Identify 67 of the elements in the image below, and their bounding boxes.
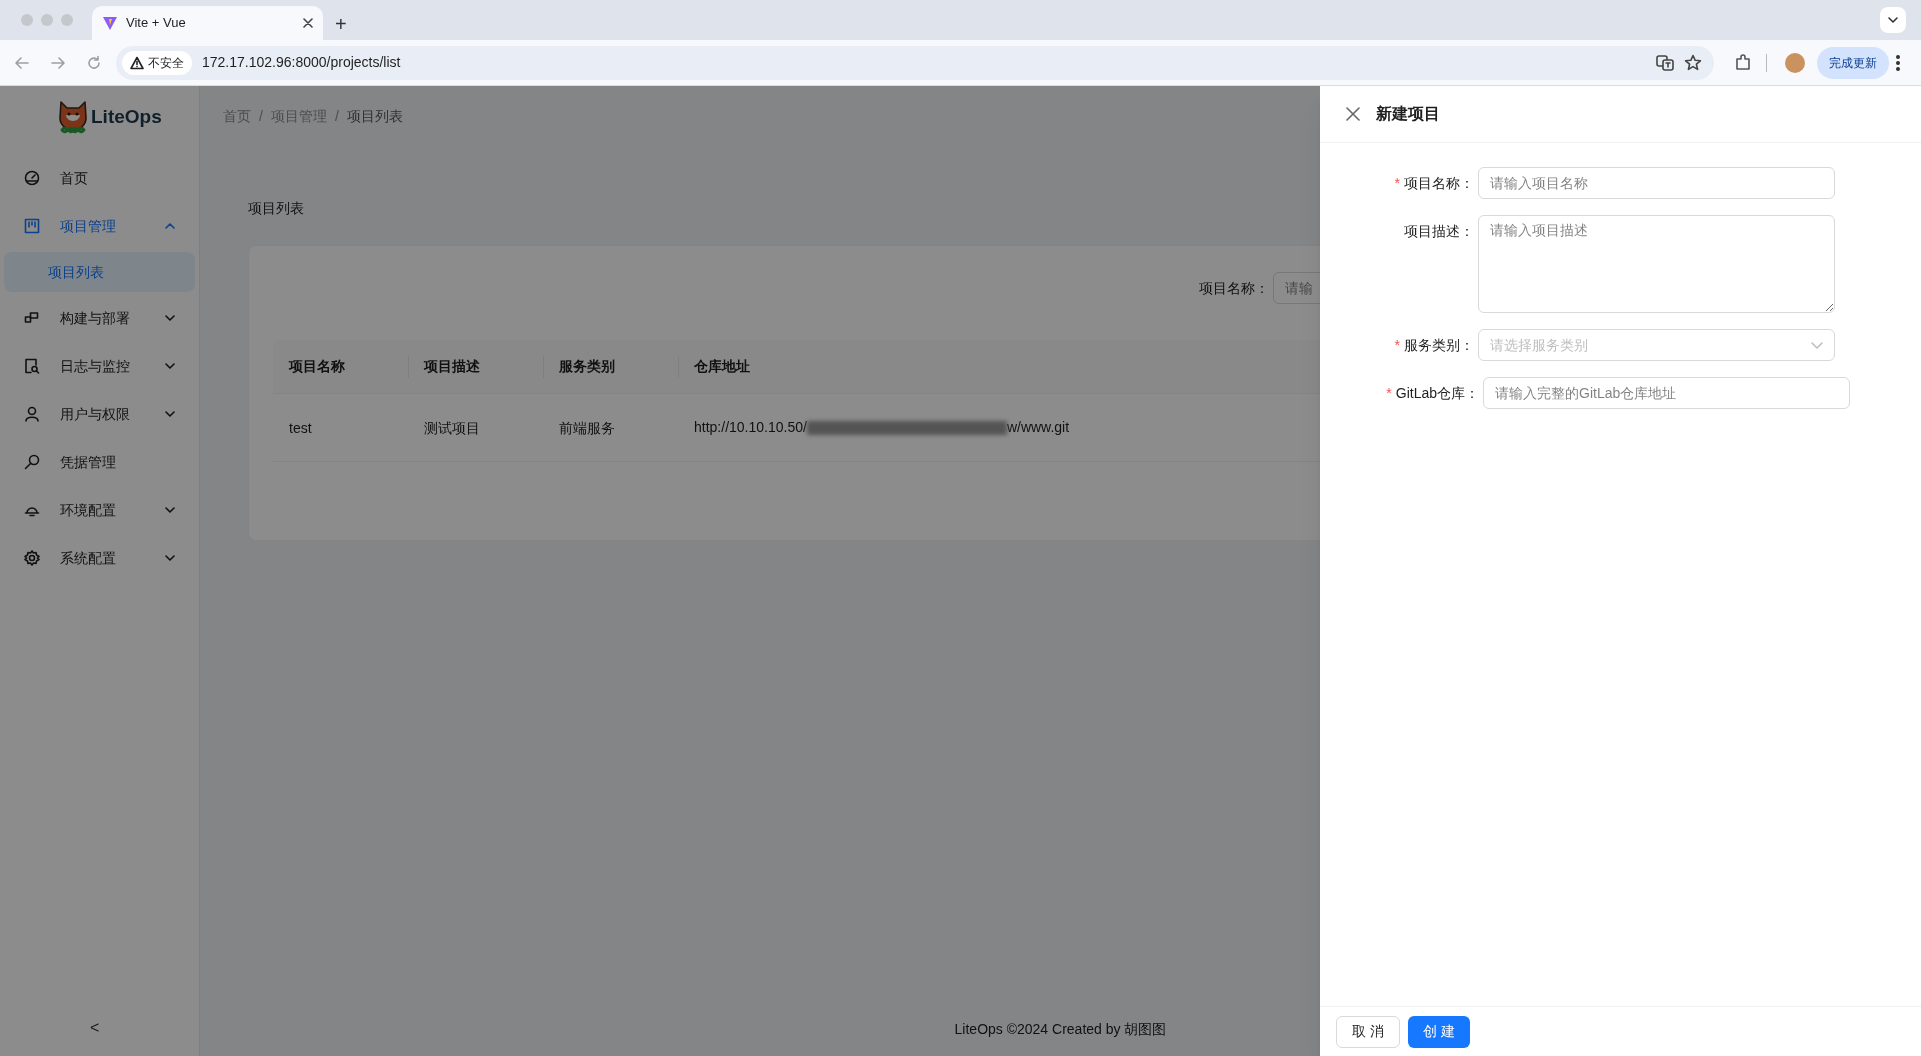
- breadcrumb-separator: /: [259, 106, 263, 126]
- settings-icon: [24, 550, 40, 566]
- footer-text: LiteOps ©2024 Created by 胡图图: [954, 1019, 1167, 1039]
- board-icon: [24, 218, 40, 234]
- input-field[interactable]: 请输入完整的GitLab仓库地址: [1483, 377, 1850, 409]
- menu-item[interactable]: 首页: [0, 154, 199, 202]
- menu-item[interactable]: 凭据管理: [0, 438, 199, 486]
- menu-item[interactable]: 系统配置: [0, 534, 199, 582]
- field-label: 项目名称：: [1404, 173, 1474, 193]
- puzzle-icon[interactable]: [1734, 53, 1752, 72]
- vite-logo-icon: [102, 15, 118, 31]
- blocks-icon: [24, 310, 40, 326]
- key-icon: [24, 454, 40, 470]
- translate-icon[interactable]: [1656, 53, 1674, 72]
- document-search-icon: [24, 358, 40, 374]
- table-cell: test: [289, 419, 312, 436]
- column-header: 服务类别: [559, 357, 615, 376]
- breadcrumb-separator: /: [334, 106, 339, 126]
- url-text: 172.17.102.96:8000/projects/list: [202, 53, 402, 72]
- update-button[interactable]: 完成更新: [1817, 46, 1889, 79]
- back-icon[interactable]: [14, 54, 30, 71]
- new-tab-button[interactable]: +: [335, 14, 347, 34]
- column-header: 项目描述: [424, 357, 480, 376]
- repo-url-text: http://10.10.10.50/: [694, 418, 807, 437]
- menu-item[interactable]: 用户与权限: [0, 390, 199, 438]
- required-mark: *: [1394, 173, 1400, 193]
- field-label: GitLab仓库：: [1395, 383, 1479, 403]
- table-cell: 测试项目: [424, 419, 480, 436]
- required-mark: *: [1394, 335, 1400, 355]
- avatar[interactable]: [1785, 52, 1805, 73]
- logo-text: LiteOps: [91, 104, 162, 129]
- textarea-field[interactable]: 请输入项目描述: [1478, 215, 1835, 313]
- close-icon[interactable]: [1346, 107, 1360, 121]
- field-label: 服务类别：: [1404, 335, 1474, 355]
- panda-logo-icon: [57, 98, 89, 136]
- required-mark: *: [1386, 383, 1392, 403]
- page-title: 项目列表: [248, 199, 304, 218]
- menu-item[interactable]: 构建与部署: [0, 294, 199, 342]
- reload-icon[interactable]: [86, 54, 102, 71]
- more-icon[interactable]: [1895, 53, 1901, 72]
- warning-icon: [130, 55, 144, 70]
- repo-url-text: w/www.git: [1006, 418, 1070, 437]
- user-icon: [24, 406, 40, 422]
- chevron-down-icon: [1811, 341, 1823, 349]
- table-cell: 前端服务: [559, 419, 615, 436]
- breadcrumb-link[interactable]: 项目列表: [346, 105, 403, 127]
- address-bar[interactable]: 不安全 172.17.102.96:8000/projects/list: [116, 45, 1714, 80]
- close-icon[interactable]: [303, 18, 313, 28]
- collapse-button[interactable]: <: [90, 1016, 100, 1040]
- gauge-icon: [24, 170, 40, 186]
- menu-item[interactable]: 日志与监控: [0, 342, 199, 390]
- chevron-down-icon[interactable]: [1880, 7, 1906, 33]
- column-header: 仓库地址: [694, 357, 750, 376]
- cancel-button[interactable]: 取 消: [1336, 1015, 1400, 1048]
- drawer-title: 新建项目: [1376, 104, 1440, 124]
- search-label: 项目名称：: [1199, 278, 1269, 298]
- column-header: 项目名称: [289, 357, 345, 376]
- create-button[interactable]: 创 建: [1407, 1015, 1470, 1048]
- forward-icon[interactable]: [50, 54, 66, 71]
- browser-tab[interactable]: Vite + Vue: [92, 6, 323, 40]
- field-label: 项目描述：: [1404, 221, 1474, 241]
- security-badge[interactable]: 不安全: [122, 50, 192, 75]
- tab-title: Vite + Vue: [126, 14, 187, 33]
- menu-item[interactable]: 项目管理: [0, 202, 199, 250]
- input-field[interactable]: 请输入项目名称: [1478, 167, 1835, 199]
- star-icon[interactable]: [1684, 53, 1702, 72]
- menu-item[interactable]: 环境配置: [0, 486, 199, 534]
